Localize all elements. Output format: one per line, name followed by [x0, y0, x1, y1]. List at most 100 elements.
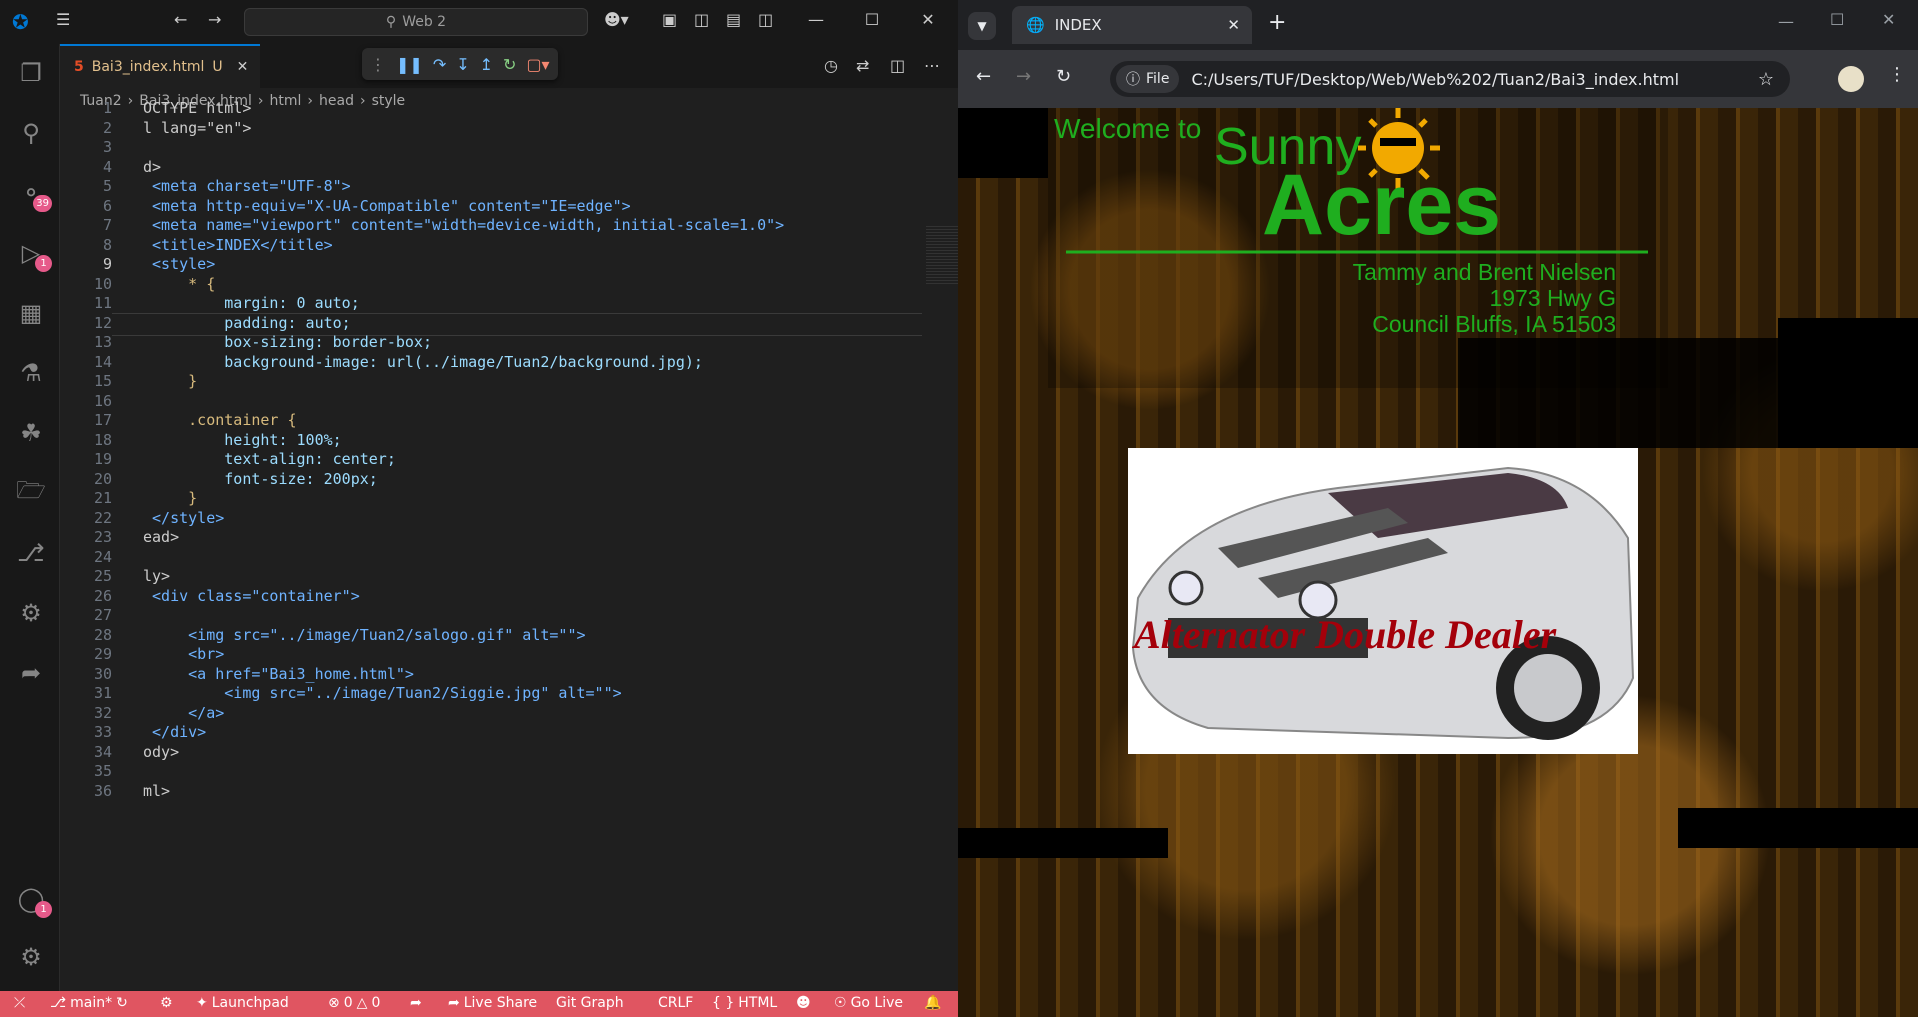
branch-item[interactable]: ⎇ main* ↻ — [50, 995, 128, 1011]
python-icon[interactable]: ☘ — [14, 416, 48, 450]
step-into-icon[interactable]: ↧ — [456, 55, 469, 74]
live-share-icon[interactable]: ➦ — [14, 656, 48, 690]
copilot-status-icon[interactable]: ☻ — [796, 995, 811, 1011]
line-code: <img src="../image/Tuan2/salogo.gif" alt… — [143, 625, 586, 644]
line-code: <img src="../image/Tuan2/Siggie.jpg" alt… — [143, 684, 622, 702]
line-code: margin: 0 auto; — [143, 294, 360, 312]
remote-indicator-icon[interactable]: ⤫ — [14, 995, 25, 1011]
bookmark-star-icon[interactable]: ☆ — [1758, 69, 1774, 90]
background-tile — [1678, 808, 1918, 848]
explorer-icon[interactable]: ❐ — [14, 56, 48, 90]
minimize-icon[interactable]: — — [806, 10, 826, 29]
new-tab-icon[interactable]: + — [1268, 10, 1286, 35]
launchpad-item[interactable]: ✦ Launchpad — [196, 995, 289, 1011]
split-editor-icon[interactable]: ◫ — [890, 56, 905, 75]
pause-icon[interactable]: ❚❚ — [396, 55, 423, 74]
html-file-icon: 5 — [74, 59, 84, 75]
welcome-text: Welcome to — [1054, 113, 1201, 144]
drag-handle-icon[interactable]: ⋮ — [370, 55, 386, 74]
reload-icon[interactable]: ↻ — [1056, 66, 1071, 87]
address-bar[interactable]: ⓘ File C:/Users/TUF/Desktop/Web/Web%202/T… — [1110, 61, 1790, 97]
profile-avatar[interactable] — [1838, 66, 1864, 92]
accounts-badge: 1 — [35, 901, 52, 918]
debug-status-icon[interactable]: ⚙ — [160, 995, 173, 1011]
back-arrow-icon[interactable]: ← — [174, 10, 187, 29]
site-chip-label: File — [1146, 71, 1170, 87]
chrome-forward-icon[interactable]: → — [1016, 66, 1031, 87]
timeline-icon[interactable]: ◷ — [824, 56, 838, 75]
line-code: ml> — [143, 781, 171, 800]
restart-icon[interactable]: ↻ — [503, 55, 516, 74]
search-icon[interactable]: ⚲ — [14, 116, 48, 150]
git-graph-item[interactable]: Git Graph — [556, 995, 624, 1011]
line-code: <meta charset="UTF-8"> — [143, 177, 351, 195]
extensions-icon[interactable]: ▦ — [14, 296, 48, 330]
notifications-bell-icon[interactable]: 🔔 — [924, 995, 941, 1011]
salogo-image: Welcome to Sunny Acres Tammy and Brent N… — [1048, 108, 1668, 388]
settings-gear-icon[interactable]: ⚙ — [14, 940, 48, 974]
line-code: <style> — [143, 255, 216, 273]
code-editor[interactable]: 1 OCTYPE html> 2 l lang="en"> 3 4 d> 5 <meta ch… — [60, 99, 976, 990]
remote-explorer-icon[interactable]: ⚙ — [14, 596, 48, 630]
line-code: </a> — [143, 703, 225, 722]
chrome-back-icon[interactable]: ← — [976, 66, 991, 87]
git-graph-icon[interactable]: ⎇ — [14, 536, 48, 570]
tab-filename: Bai3_index.html — [91, 59, 205, 75]
maximize-icon[interactable]: ☐ — [862, 10, 882, 29]
step-out-icon[interactable]: ↥ — [480, 55, 493, 74]
chrome-tab-close-icon[interactable]: ✕ — [1227, 16, 1240, 34]
forward-arrow-icon[interactable]: → — [208, 10, 221, 29]
line-code: ead> — [143, 528, 180, 546]
command-center[interactable]: ⚲ Web 2 — [244, 8, 588, 36]
close-icon[interactable]: ✕ — [918, 10, 938, 29]
open-changes-icon[interactable]: ⇄ — [856, 56, 869, 75]
line-code: d> — [143, 157, 162, 176]
line-code: box-sizing: border-box; — [143, 333, 432, 351]
run-icon[interactable]: ➦ — [410, 995, 422, 1011]
line-code: background-image: url(../image/Tuan2/bac… — [143, 352, 703, 371]
chrome-tab-index[interactable]: 🌐 INDEX ✕ — [1012, 6, 1252, 44]
title-bar: ✪ ☰ ← → ⚲ Web 2 ☻▾ ▣ ◫ ▤ ◫ — ☐ ✕ — [0, 0, 958, 44]
go-live-label: Go Live — [850, 995, 904, 1011]
chrome-minimize-icon[interactable]: — — [1778, 12, 1794, 31]
go-live-item[interactable]: ☉ Go Live — [834, 995, 903, 1011]
line-number: 36 — [93, 781, 112, 800]
more-actions-icon[interactable]: ⋯ — [924, 56, 940, 75]
chrome-close-icon[interactable]: ✕ — [1882, 10, 1895, 29]
accounts-icon[interactable]: ◯ 1 — [14, 882, 52, 918]
url-text[interactable]: C:/Users/TUF/Desktop/Web/Web%202/Tuan2/B… — [1191, 70, 1757, 89]
background-tile — [958, 828, 1168, 858]
folder-icon[interactable]: 🗁 — [14, 476, 48, 510]
line-code: <br> — [143, 645, 225, 663]
toggle-sidebar-icon[interactable]: ◫ — [694, 10, 709, 29]
problems-item[interactable]: ⊗ 0 △ 0 — [328, 995, 380, 1011]
tab-bai3-index[interactable]: 5 Bai3_index.html U ✕ — [60, 44, 260, 88]
source-control-icon[interactable]: ⚬ 39 — [14, 176, 52, 212]
siggie-image-link[interactable]: Alternator Double Dealer — [1128, 448, 1638, 754]
site-info-chip[interactable]: ⓘ File — [1116, 65, 1180, 93]
address-line-3: Council Bluffs, IA 51503 — [1372, 311, 1616, 337]
code-line[interactable]: 36 ml> — [60, 782, 860, 805]
errors-count: 0 — [343, 995, 353, 1011]
chrome-maximize-icon[interactable]: ☐ — [1830, 10, 1844, 29]
live-share-item[interactable]: ➦ Live Share — [448, 995, 537, 1011]
tab-search-icon[interactable]: ▼ — [968, 12, 996, 40]
tab-close-icon[interactable]: ✕ — [237, 59, 249, 75]
stop-icon[interactable]: ▢▾ — [526, 55, 549, 74]
copilot-icon[interactable]: ☻▾ — [604, 10, 629, 29]
eol-item[interactable]: CRLF — [658, 995, 693, 1011]
menu-icon[interactable]: ☰ — [56, 10, 70, 29]
globe-icon: 🌐 — [1026, 16, 1045, 34]
toggle-panel-icon[interactable]: ▤ — [726, 10, 741, 29]
editor-tabs: 5 Bai3_index.html U ✕ ⋮ ❚❚ ↷ ↧ ↥ ↻ ▢▾ ◷ … — [60, 44, 958, 88]
chrome-toolbar: ← → ↻ ⓘ File C:/Users/TUF/Desktop/Web/Web… — [958, 50, 1918, 108]
language-item[interactable]: { } HTML — [712, 995, 777, 1011]
toggle-secondary-sidebar-icon[interactable]: ◫ — [758, 10, 773, 29]
step-over-icon[interactable]: ↷ — [433, 55, 446, 74]
customize-layout-icon[interactable]: ▣ — [662, 10, 677, 29]
git-graph-label: Git Graph — [556, 995, 624, 1011]
testing-icon[interactable]: ⚗ — [14, 356, 48, 390]
chrome-window: ▼ 🌐 INDEX ✕ + — ☐ ✕ ← → ↻ ⓘ File C:/Users… — [958, 0, 1918, 1017]
chrome-menu-icon[interactable]: ⋮ — [1888, 64, 1906, 85]
run-debug-icon[interactable]: ▷ 1 — [14, 236, 52, 272]
